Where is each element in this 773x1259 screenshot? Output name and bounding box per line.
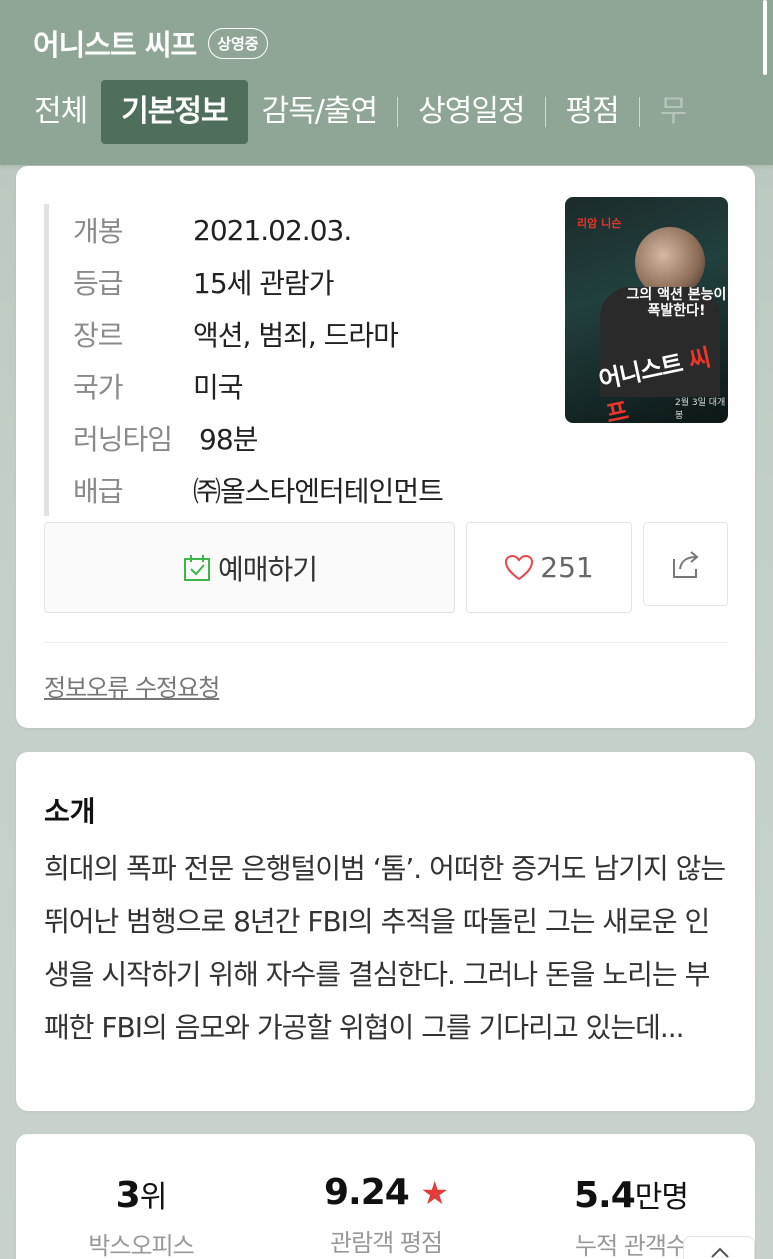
info-label: 배급: [73, 475, 124, 508]
stat-boxoffice: 3위 박스오피스: [86, 1172, 196, 1259]
tab-schedule[interactable]: 상영일정: [404, 80, 538, 144]
tab-more[interactable]: 무: [646, 80, 701, 144]
like-button[interactable]: 251: [466, 522, 632, 613]
info-list: 개봉 2021.02.03. 등급 15세 관람가 장르 액션, 범죄, 드라마…: [44, 204, 444, 516]
scrollbar[interactable]: [763, 0, 767, 75]
poster-tagline: 그의 액션 본능이 폭발한다!: [626, 287, 727, 319]
intro-card: 소개 희대의 폭파 전문 은행털이범 ‘톰’. 어떠한 증거도 남기지 않는 뛰…: [16, 752, 755, 1111]
share-button[interactable]: [643, 522, 728, 606]
info-row-country: 국가 미국: [73, 360, 443, 412]
info-row-rating: 등급 15세 관람가: [73, 256, 443, 308]
tab-divider: [397, 97, 399, 127]
info-row-distributor: 배급 ㈜올스타엔터테인먼트: [73, 464, 444, 516]
stat-number: 5.4: [574, 1175, 636, 1216]
tab-rating[interactable]: 평점: [552, 80, 633, 144]
stat-value: 5.4만명: [556, 1172, 706, 1216]
info-value: ㈜올스타엔터테인먼트: [193, 475, 444, 508]
stat-value: 3위: [86, 1172, 196, 1216]
info-label: 국가: [73, 371, 124, 404]
reserve-label: 예매하기: [217, 552, 318, 586]
intro-heading: 소개: [44, 795, 96, 828]
calendar-check-icon: [183, 554, 210, 581]
info-label: 러닝타임: [73, 423, 173, 456]
intro-synopsis: 희대의 폭파 전문 은행털이범 ‘톰’. 어떠한 증거도 남기지 않는 뛰어난 …: [44, 852, 726, 1044]
stat-audience-rating: 9.24 ★ 관람객 평점: [306, 1172, 466, 1258]
info-value: 액션, 범죄, 드라마: [193, 319, 399, 352]
tab-divider: [638, 97, 640, 127]
stat-label: 관람객 평점: [329, 1229, 443, 1257]
tab-director-cast[interactable]: 감독/출연: [248, 80, 392, 144]
top-header: 어니스트 씨프 상영중 전체 기본정보 감독/출연 상영일정 평점 무: [0, 0, 773, 165]
info-value: 98분: [199, 423, 258, 456]
share-icon: [672, 551, 699, 578]
info-row-runtime: 러닝타임 98분: [73, 412, 443, 464]
info-label: 등급: [73, 267, 124, 300]
stat-value: 9.24 ★: [306, 1172, 466, 1213]
stat-number: 3: [115, 1175, 141, 1216]
basic-info-card: 개봉 2021.02.03. 등급 15세 관람가 장르 액션, 범죄, 드라마…: [16, 166, 755, 728]
stat-number: 9.24: [323, 1172, 410, 1213]
stat-unit: 만명: [634, 1180, 689, 1215]
stats-card: 3위 박스오피스 9.24 ★ 관람객 평점 5.4만명 누적 관객수: [16, 1134, 755, 1259]
info-label: 장르: [73, 319, 124, 352]
poster-date: 2월 3일 대개봉: [675, 398, 726, 421]
info-row-genre: 장르 액션, 범죄, 드라마: [73, 308, 443, 360]
star-icon: ★: [420, 1174, 449, 1212]
chevron-up-icon: [711, 1247, 729, 1258]
info-label: 개봉: [73, 215, 124, 248]
info-value: 2021.02.03.: [193, 213, 352, 247]
info-row-release: 개봉 2021.02.03.: [73, 204, 443, 256]
scroll-top-button[interactable]: [683, 1236, 755, 1259]
tab-divider: [544, 97, 546, 127]
tab-all[interactable]: 전체: [20, 80, 101, 144]
stat-unit: 위: [139, 1180, 168, 1215]
divider: [44, 642, 728, 643]
title-row: 어니스트 씨프 상영중: [33, 22, 268, 64]
info-value: 미국: [193, 371, 244, 404]
tab-bar: 전체 기본정보 감독/출연 상영일정 평점 무: [20, 80, 700, 144]
stat-label: 박스오피스: [88, 1232, 194, 1259]
report-error-link[interactable]: 정보오류 수정요청: [44, 668, 220, 703]
like-count: 251: [540, 551, 594, 584]
info-value: 15세 관람가: [193, 267, 335, 300]
tab-basic-info[interactable]: 기본정보: [101, 80, 248, 144]
poster-top-text: 리암 니슨: [577, 217, 622, 230]
movie-title[interactable]: 어니스트 씨프: [33, 22, 197, 64]
movie-poster[interactable]: 리암 니슨 그의 액션 본능이 폭발한다! 어니스트 씨프 2월 3일 대개봉: [565, 197, 728, 423]
heart-icon: [505, 554, 534, 580]
status-badge: 상영중: [208, 27, 268, 59]
reserve-button[interactable]: 예매하기: [44, 522, 455, 613]
